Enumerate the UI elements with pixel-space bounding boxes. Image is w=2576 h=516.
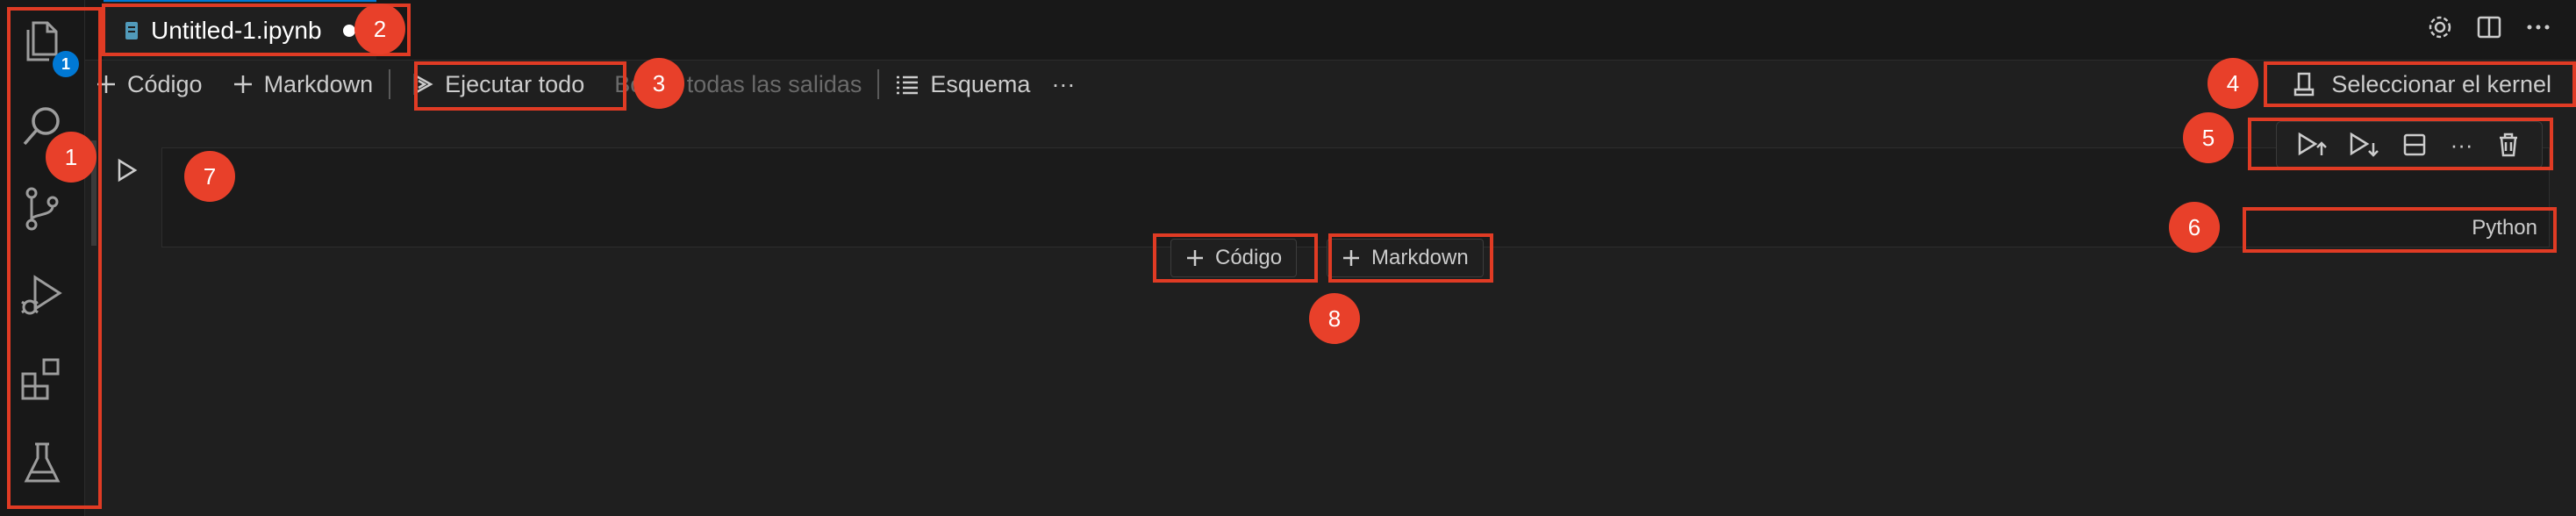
toolbar-divider: [877, 69, 880, 99]
annotation-box-8b: [1328, 233, 1493, 283]
add-markdown-button[interactable]: Markdown: [222, 64, 384, 104]
annotation-number-7: 7: [184, 151, 235, 202]
add-code-label: Código: [127, 70, 203, 97]
annotation-number-2: 2: [354, 4, 405, 54]
outline-list-icon: [895, 74, 919, 95]
settings-gear-icon[interactable]: [2427, 14, 2453, 40]
tab-bar: [85, 0, 2576, 61]
annotation-box-1: [7, 7, 102, 509]
annotation-box-5: [2248, 118, 2553, 170]
annotation-box-4: [2264, 61, 2576, 107]
toolbar-more-button[interactable]: ···: [1041, 64, 1085, 104]
annotation-number-4: 4: [2207, 58, 2258, 109]
toolbar-more-label: ···: [1051, 70, 1076, 97]
add-markdown-label: Markdown: [263, 70, 374, 97]
run-cell-button[interactable]: [116, 158, 139, 183]
annotation-number-1: 1: [46, 132, 97, 183]
annotation-number-5: 5: [2183, 112, 2234, 163]
editor-actions: [2427, 14, 2551, 40]
outline-label: Esquema: [930, 70, 1031, 97]
plus-icon: [233, 74, 254, 95]
toolbar-divider: [389, 69, 391, 99]
annotation-box-6: [2243, 207, 2557, 253]
split-editor-icon[interactable]: [2476, 14, 2502, 40]
annotation-box-3: [414, 61, 626, 111]
annotation-number-3: 3: [633, 58, 684, 109]
add-code-button[interactable]: Código: [85, 64, 213, 104]
annotation-number-8: 8: [1309, 293, 1360, 344]
more-actions-icon[interactable]: [2525, 14, 2551, 40]
annotation-box-8a: [1153, 233, 1318, 283]
annotation-number-6: 6: [2169, 202, 2220, 253]
outline-button[interactable]: Esquema: [884, 64, 1041, 104]
